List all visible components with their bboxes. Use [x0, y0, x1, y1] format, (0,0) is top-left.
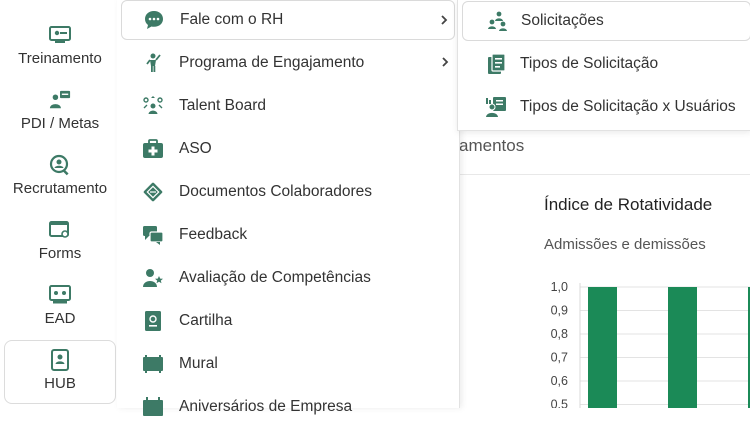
rail-item-recrutamento[interactable]: Recrutamento: [4, 150, 116, 214]
y-tick-label: 0,8: [551, 327, 568, 341]
board-icon: [141, 352, 165, 376]
request-types-icon: [484, 52, 508, 76]
recruitment-icon: [49, 154, 71, 176]
menu-item-documentos-colaboradores[interactable]: Documentos Colaboradores: [121, 172, 455, 212]
menu-item-label: Feedback: [179, 226, 248, 243]
menu-item-programa-de-engajamento[interactable]: Programa de Engajamento: [121, 43, 455, 83]
menu-item-label: Fale com o RH: [180, 11, 284, 28]
chevron-right-icon: [438, 13, 450, 27]
rail-item-forms[interactable]: Forms: [4, 215, 116, 279]
side-rail: Treinamento PDI / Metas Recrutamento For…: [0, 0, 116, 408]
menu-item-feedback[interactable]: Feedback: [121, 215, 455, 255]
talent-board-icon: [141, 94, 165, 118]
menu-item-label: ASO: [179, 140, 212, 157]
ead-icon: [49, 284, 71, 306]
training-icon: [49, 24, 71, 46]
chat-icon: [142, 8, 166, 32]
y-tick-label: 0,6: [551, 374, 568, 388]
engagement-icon: [141, 51, 165, 75]
bar[interactable]: [668, 287, 697, 408]
forms-icon: [49, 219, 71, 241]
rail-item-label: Forms: [38, 245, 82, 262]
menu-item-label: Cartilha: [179, 312, 233, 329]
goals-icon: [49, 89, 71, 111]
booklet-icon: [141, 309, 165, 333]
bar[interactable]: [588, 287, 617, 408]
menu-item-label: Avaliação de Competências: [179, 269, 371, 286]
dropdown-menu: Fale com o RH Programa de Engajamento Ta…: [117, 0, 460, 416]
hub-icon: [49, 349, 71, 371]
y-tick-label: 0,5: [551, 398, 568, 409]
submenu-item-label: Solicitações: [521, 12, 604, 29]
submenu-fale-com-o-rh: Solicitações Tipos de Solicitação Tipos …: [457, 0, 750, 131]
rail-item-treinamento[interactable]: Treinamento: [4, 20, 116, 84]
rail-item-label: HUB: [44, 375, 76, 392]
feedback-icon: [141, 223, 165, 247]
menu-item-avaliacao-de-competencias[interactable]: Avaliação de Competências: [121, 258, 455, 298]
submenu-item-tipos-de-solicitacao[interactable]: Tipos de Solicitação: [462, 44, 750, 84]
y-tick-label: 0,7: [551, 351, 568, 365]
requests-icon: [485, 9, 509, 33]
menu-item-mural[interactable]: Mural: [121, 344, 455, 384]
menu-item-label: Mural: [179, 355, 218, 372]
menu-item-cartilha[interactable]: Cartilha: [121, 301, 455, 341]
rail-item-label: EAD: [44, 310, 76, 327]
documents-icon: [141, 180, 165, 204]
calendar-icon: [141, 395, 165, 419]
y-tick-label: 0,9: [551, 304, 568, 318]
menu-item-aso[interactable]: ASO: [121, 129, 455, 169]
user-star-icon: [141, 266, 165, 290]
menu-item-label: Talent Board: [179, 97, 267, 114]
submenu-item-label: Tipos de Solicitação: [520, 55, 659, 72]
rail-item-hub[interactable]: HUB: [4, 340, 116, 404]
menu-item-talent-board[interactable]: Talent Board: [121, 86, 455, 126]
menu-item-label: Aniversários de Empresa: [179, 398, 353, 415]
page-heading-fragment: amentos: [459, 136, 525, 155]
turnover-chart: 1,0 0,9 0,8 0,7 0,6 0,5: [551, 280, 750, 409]
menu-item-label: Programa de Engajamento: [179, 54, 365, 71]
rail-item-label: Recrutamento: [12, 180, 108, 197]
menu-item-fale-com-o-rh[interactable]: Fale com o RH: [121, 0, 455, 40]
chart-subtitle: Admissões e demissões: [544, 236, 706, 253]
medical-kit-icon: [141, 137, 165, 161]
submenu-item-label: Tipos de Solicitação x Usuários: [520, 98, 736, 115]
rail-item-pdi-metas[interactable]: PDI / Metas: [4, 85, 116, 149]
rail-item-label: Treinamento: [18, 50, 102, 67]
rail-item-ead[interactable]: EAD: [4, 280, 116, 344]
menu-item-label: Documentos Colaboradores: [179, 183, 372, 200]
submenu-item-tipos-de-solicitacao-x-usuarios[interactable]: Tipos de Solicitação x Usuários: [462, 87, 750, 127]
menu-item-aniversarios-de-empresa[interactable]: Aniversários de Empresa: [121, 387, 455, 427]
y-tick-label: 1,0: [551, 280, 568, 294]
submenu-item-solicitacoes[interactable]: Solicitações: [462, 1, 750, 41]
chevron-right-icon: [439, 55, 451, 69]
request-users-icon: [484, 95, 508, 119]
chart-title: Índice de Rotatividade: [544, 195, 713, 214]
rail-item-label: PDI / Metas: [20, 115, 100, 132]
